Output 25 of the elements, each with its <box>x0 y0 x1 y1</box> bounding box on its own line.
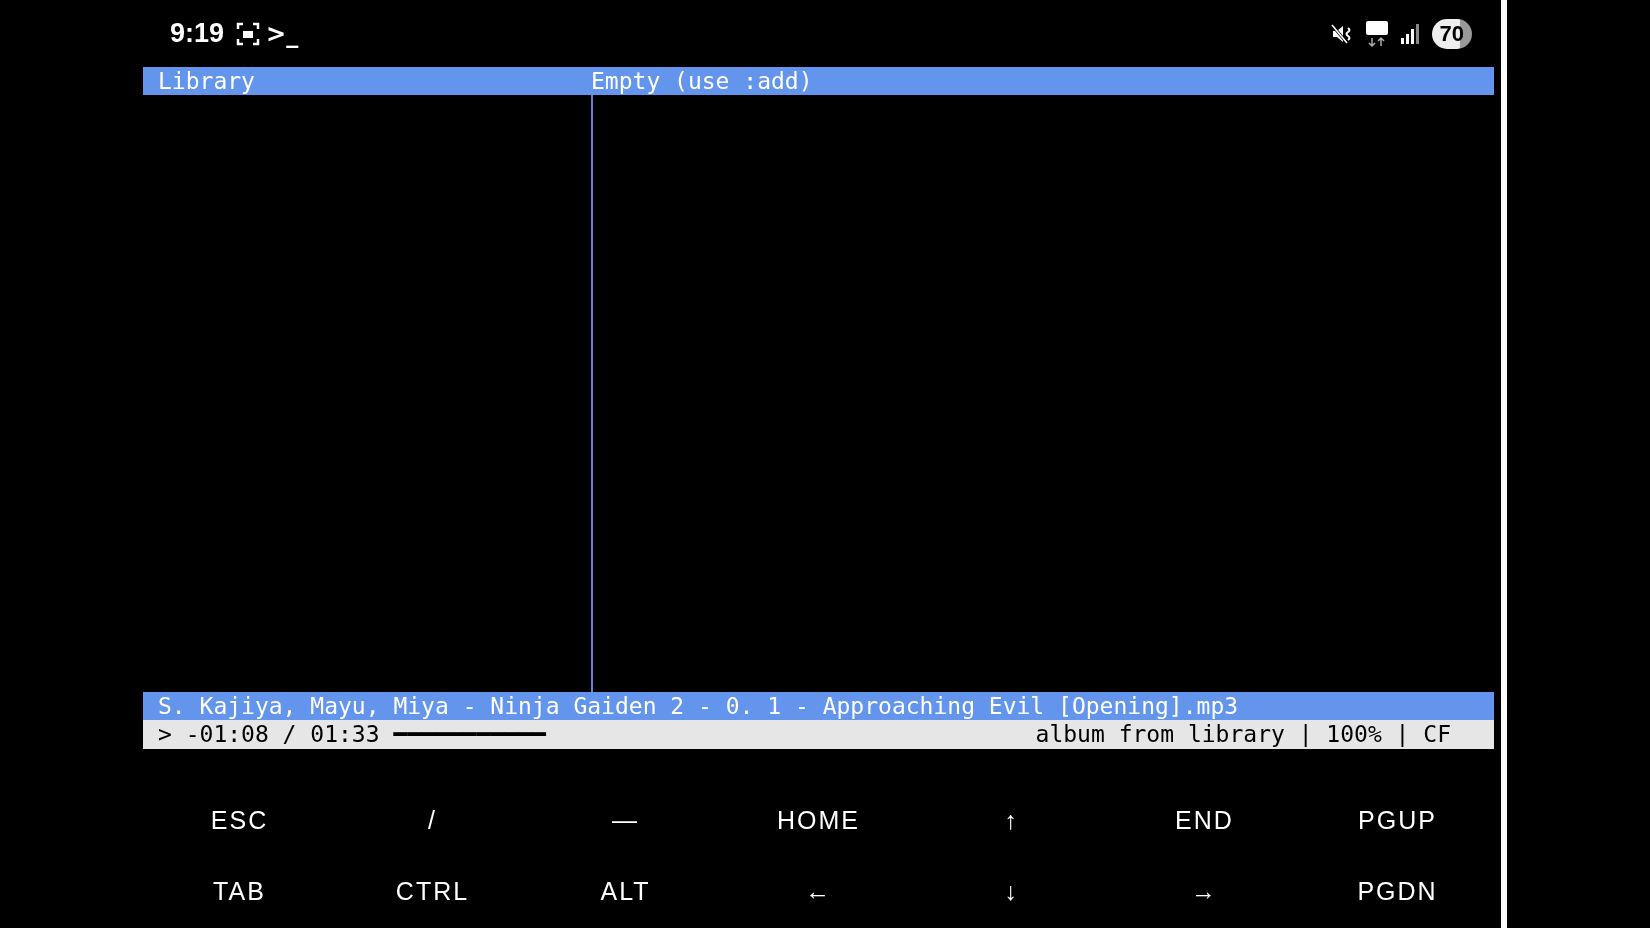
extra-key[interactable]: PGDN <box>1353 875 1442 908</box>
extra-key[interactable]: ESC <box>206 804 273 837</box>
extra-key[interactable]: ← <box>801 875 836 908</box>
terminal-prompt: >_ <box>266 19 299 48</box>
extra-key[interactable]: ALT <box>596 875 655 908</box>
extra-key[interactable]: HOME <box>773 804 864 837</box>
extra-key[interactable]: → <box>1187 875 1222 908</box>
extra-key[interactable]: TAB <box>209 875 270 908</box>
extra-key[interactable]: ↓ <box>1000 875 1023 908</box>
screenshot-icon <box>236 21 261 46</box>
extra-key[interactable]: CTRL <box>391 875 474 908</box>
signal-icon <box>1399 23 1420 44</box>
pane-title: Empty (use :add) <box>591 67 813 95</box>
playback-info: album from library | 100% | CF <box>1035 720 1451 749</box>
battery-indicator: 70 <box>1431 18 1472 49</box>
extra-key[interactable]: ↑ <box>1000 804 1023 837</box>
now-playing-bar: S. Kajiya, Mayu, Miya - Ninja Gaiden 2 - 0. 1 - Approaching Evil [Opening].mp3 <box>143 692 1494 720</box>
pane-title: Library <box>157 67 256 95</box>
extra-key[interactable]: END <box>1171 804 1238 837</box>
extra-key[interactable]: PGUP <box>1354 804 1441 837</box>
extra-key[interactable]: — <box>608 804 643 837</box>
playback-time: > -01:08 / 01:33 <box>158 720 380 749</box>
extra-key[interactable]: / <box>424 804 441 837</box>
progress-line: ━━━━━━━━━━━ <box>393 720 546 749</box>
clock-time: 9:19 <box>170 18 225 49</box>
